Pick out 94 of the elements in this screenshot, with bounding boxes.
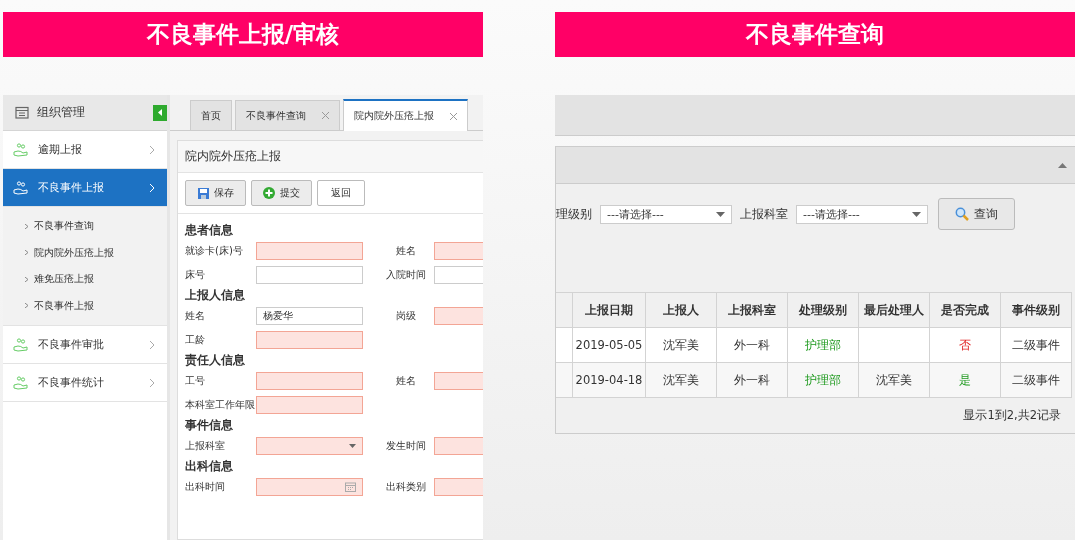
submenu-item[interactable]: 不良事件上报 <box>3 292 167 319</box>
search-button[interactable]: 查询 <box>938 198 1015 230</box>
table-cell: 沈军美 <box>645 327 717 363</box>
column-header: 上报日期 <box>572 292 646 328</box>
input-field[interactable] <box>256 372 363 390</box>
banner-title: 不良事件查询 <box>555 12 1075 57</box>
toolbar-button[interactable]: 保存 <box>185 180 246 206</box>
tab[interactable]: 首页 <box>190 100 232 130</box>
plus-icon <box>263 187 275 199</box>
banner-title: 不良事件上报/审核 <box>3 12 483 57</box>
table-cell: 2019-04-18 <box>572 362 646 398</box>
dropdown-arrow-icon <box>912 211 921 217</box>
triangle-left-icon <box>158 109 162 116</box>
section-title: 事件信息 <box>185 417 234 434</box>
hand-icon <box>13 180 29 195</box>
field-label: 姓名 <box>395 374 417 388</box>
field-label: 床号 <box>185 268 206 282</box>
sidebar-item[interactable]: 不良事件审批 <box>3 326 167 364</box>
field-label: 姓名 <box>395 244 417 258</box>
sidebar-item[interactable]: 不良事件上报 <box>3 169 167 207</box>
field-label: 出科类别 <box>385 480 427 494</box>
collapse-button[interactable] <box>153 104 167 121</box>
table-cell: 沈军美 <box>645 362 717 398</box>
dropdown-arrow-icon <box>349 444 356 448</box>
column-header: 是否完成 <box>929 292 1001 328</box>
table-cell: 护理部 <box>787 327 859 363</box>
submenu-item[interactable]: 难免压疮上报 <box>3 266 167 293</box>
field-label: 入院时间 <box>385 268 427 282</box>
chevron-right-icon <box>149 182 155 193</box>
field-label: 姓名 <box>185 309 206 323</box>
chevron-right-icon <box>25 276 28 282</box>
input-field[interactable] <box>256 242 363 260</box>
calendar-icon <box>345 482 356 492</box>
chevron-right-icon <box>149 144 155 155</box>
field-label: 出科时间 <box>185 480 226 494</box>
record-count: 显示1到2,共2记录 <box>963 408 1061 423</box>
field-label: 工号 <box>185 374 206 388</box>
submenu-item[interactable]: 院内院外压疮上报 <box>3 239 167 266</box>
field-label: 就诊卡(床)号 <box>185 244 244 258</box>
column-header: 上报科室 <box>716 292 788 328</box>
table-cell: 二级事件 <box>1000 362 1072 398</box>
close-icon[interactable] <box>450 112 457 120</box>
section-title: 患者信息 <box>185 222 234 239</box>
chevron-right-icon <box>25 303 28 309</box>
column-header: 上报人 <box>645 292 717 328</box>
section-title: 上报人信息 <box>185 287 246 304</box>
dropdown-arrow-icon <box>716 211 725 217</box>
input-field[interactable] <box>256 331 363 349</box>
close-icon[interactable] <box>322 112 329 119</box>
table-cell: 沈军美 <box>858 362 930 398</box>
table-cell: 护理部 <box>787 362 859 398</box>
section-title: 出科信息 <box>185 458 234 475</box>
table-cell: 否 <box>929 327 1001 363</box>
collapse-arrow-icon[interactable] <box>1058 162 1067 168</box>
hand-icon <box>13 375 29 390</box>
tab[interactable]: 不良事件查询 <box>235 100 340 130</box>
table-cell: 2019-05-05 <box>572 327 646 363</box>
table-cell: 外一科 <box>716 327 788 363</box>
select-field[interactable]: ---请选择--- <box>796 204 928 224</box>
form-title: 院内院外压疮上报 <box>178 141 483 173</box>
tab[interactable]: 院内院外压疮上报 <box>343 99 468 131</box>
toolbar-button[interactable]: 提交 <box>251 180 312 206</box>
chevron-right-icon <box>149 339 155 350</box>
field-label: 工龄 <box>185 333 206 347</box>
section-title: 责任人信息 <box>185 352 246 369</box>
toolbar-button[interactable]: 返回 <box>317 180 365 206</box>
column-header: 最后处理人 <box>858 292 930 328</box>
field-label: 上报科室 <box>185 439 226 453</box>
chevron-right-icon <box>25 223 28 229</box>
select-field[interactable]: ---请选择--- <box>600 204 732 224</box>
input-field[interactable]: 杨爱华 <box>256 307 363 325</box>
input-field[interactable] <box>256 478 363 496</box>
field-label: 发生时间 <box>385 439 427 453</box>
calendar-icon <box>15 106 29 119</box>
field-label: 本科室工作年限 <box>185 398 256 412</box>
field-label: 岗级 <box>395 309 417 323</box>
search-icon <box>955 207 969 221</box>
table-cell: 二级事件 <box>1000 327 1072 363</box>
submenu-item[interactable]: 不良事件查询 <box>3 213 167 240</box>
sidebar-item[interactable]: 不良事件统计 <box>3 364 167 402</box>
table-cell: 外一科 <box>716 362 788 398</box>
column-header: 事件级别 <box>1000 292 1072 328</box>
table-cell: 是 <box>929 362 1001 398</box>
input-field[interactable] <box>256 396 363 414</box>
sidebar-title: 组织管理 <box>37 104 85 121</box>
chevron-right-icon <box>25 250 28 256</box>
input-field[interactable] <box>256 437 363 455</box>
column-header: 处理级别 <box>787 292 859 328</box>
input-field[interactable] <box>256 266 363 284</box>
hand-icon <box>13 142 29 157</box>
filter-label: 上报科室 <box>740 205 788 223</box>
filter-label: 理级别 <box>556 205 592 223</box>
chevron-right-icon <box>149 377 155 388</box>
hand-icon <box>13 337 29 352</box>
